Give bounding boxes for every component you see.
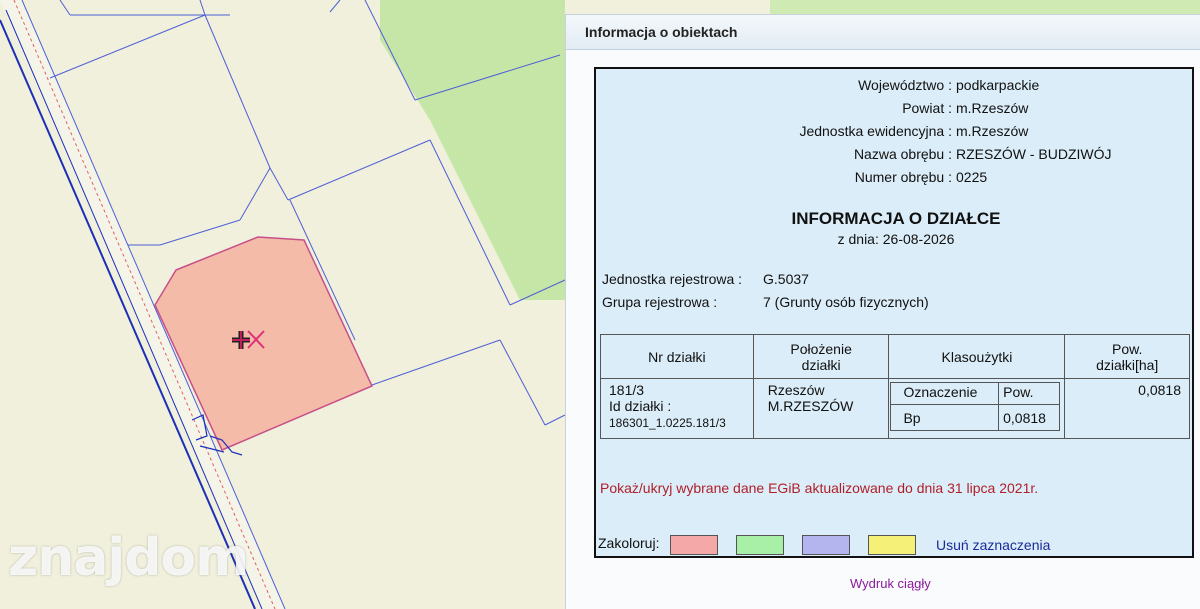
admin-row-voivodeship: Województwo : podkarpackie	[596, 77, 1196, 97]
location-city: Rzeszów	[767, 382, 825, 398]
parcel-number: 181/3	[609, 382, 645, 398]
registration-group-label: Grupa rejestrowa :	[602, 294, 718, 310]
admin-value: m.Rzeszów	[956, 100, 1029, 116]
admin-row-precinct-number: Numer obrębu : 0225	[596, 169, 1196, 189]
color-swatch-red[interactable]	[670, 535, 718, 555]
object-info-panel: Informacja o obiektach Województwo : pod…	[565, 14, 1200, 609]
color-swatch-blue[interactable]	[802, 535, 850, 555]
header-land-use: Klasoużytki	[888, 334, 1066, 379]
land-use-header-designation: Oznaczenie	[890, 382, 1000, 405]
land-use-table: Oznaczenie Pow. Bp 0,0818	[890, 382, 1061, 431]
parcel-table: Nr działki Położenie działki Klasoużytki…	[600, 334, 1190, 439]
color-picker-row: Zakoloruj: Usuń zaznaczenia	[598, 535, 1050, 557]
land-use-header-area: Pow.	[998, 382, 1061, 405]
registration-unit: Jednostka rejestrowa : G.5037	[602, 271, 809, 287]
admin-label: Jednostka ewidencyjna :	[799, 123, 952, 139]
admin-row-unit: Jednostka ewidencyjna : m.Rzeszów	[596, 123, 1196, 143]
land-use-designation: Bp	[890, 404, 1000, 431]
color-label: Zakoloruj:	[598, 535, 660, 551]
admin-label: Powiat :	[902, 100, 952, 116]
parcel-info-box: Województwo : podkarpackie Powiat : m.Rz…	[594, 67, 1194, 558]
cell-area: 0,0818	[1064, 378, 1190, 439]
location-name: M.RZESZÓW	[767, 398, 854, 414]
registration-group-value: 7 (Grunty osób fizycznych)	[763, 294, 929, 310]
parcel-id-value: 186301_1.0225.181/3	[609, 416, 726, 430]
admin-label: Województwo :	[858, 77, 952, 93]
admin-value: 0225	[956, 169, 988, 185]
clear-selection-link[interactable]: Usuń zaznaczenia	[936, 537, 1050, 553]
header-location: Położenie działki	[752, 334, 890, 379]
green-field-top	[770, 0, 1200, 14]
land-use-area: 0,0818	[998, 404, 1061, 431]
cell-parcel-number: 181/3 Id działki : 186301_1.0225.181/3	[600, 378, 754, 439]
table-header-row: Nr działki Położenie działki Klasoużytki…	[600, 334, 1190, 379]
cell-land-use: Oznaczenie Pow. Bp 0,0818	[888, 378, 1066, 439]
header-area: Pow. działki[ha]	[1064, 334, 1190, 379]
admin-row-county: Powiat : m.Rzeszów	[596, 100, 1196, 120]
parcel-id-label: Id działki :	[609, 398, 672, 414]
egib-toggle-link[interactable]: Pokaż/ukryj wybrane dane EGiB aktualizow…	[600, 480, 1038, 496]
admin-value: RZESZÓW - BUDZIWÓJ	[956, 146, 1112, 162]
color-swatch-yellow[interactable]	[868, 535, 916, 555]
admin-label: Numer obrębu :	[854, 169, 952, 185]
registration-unit-label: Jednostka rejestrowa :	[602, 271, 743, 287]
registration-group: Grupa rejestrowa : 7 (Grunty osób fizycz…	[602, 294, 929, 310]
print-link[interactable]: Wydruk ciągły	[850, 576, 931, 591]
table-row: 181/3 Id działki : 186301_1.0225.181/3 R…	[600, 378, 1190, 439]
admin-label: Nazwa obrębu :	[853, 146, 952, 162]
parcel-info-date: z dnia: 26-08-2026	[837, 231, 955, 247]
header-parcel-number: Nr działki	[600, 334, 754, 379]
admin-value: m.Rzeszów	[956, 123, 1029, 139]
color-swatch-green[interactable]	[736, 535, 784, 555]
watermark-logo: znajdom	[8, 528, 249, 588]
parcel-info-title: INFORMACJA O DZIAŁCE	[791, 209, 1001, 228]
registration-unit-value: G.5037	[763, 271, 809, 287]
admin-value: podkarpackie	[956, 77, 1040, 93]
panel-header: Informacja o obiektach	[566, 14, 1200, 50]
admin-row-precinct-name: Nazwa obrębu : RZESZÓW - BUDZIWÓJ	[596, 146, 1196, 166]
cell-location: Rzeszów M.RZESZÓW	[752, 378, 890, 439]
